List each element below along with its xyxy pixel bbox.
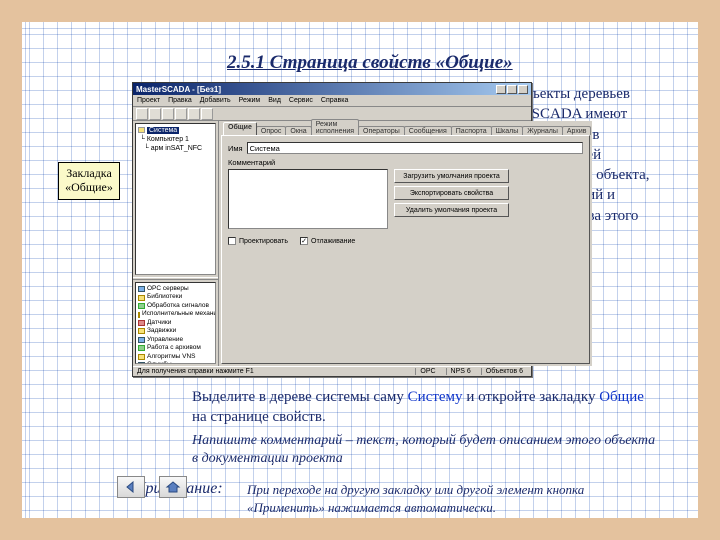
- tree-item[interactable]: Компьютер 1: [147, 136, 189, 143]
- maximize-icon[interactable]: [507, 85, 517, 94]
- tab[interactable]: Окна: [285, 126, 311, 135]
- tab[interactable]: Сообщения: [404, 126, 452, 135]
- nav-buttons: [117, 476, 187, 498]
- list-item[interactable]: Исполнительные механизмы: [142, 310, 216, 318]
- window-title: MasterSCADA - [Без1]: [136, 85, 221, 94]
- menu-item[interactable]: Справка: [321, 97, 348, 104]
- status-cell: OPC: [415, 368, 439, 375]
- list-item[interactable]: Алгоритмы VNS: [147, 353, 196, 361]
- highlight-general: Общие: [599, 389, 644, 405]
- tab[interactable]: Опрос: [256, 126, 287, 135]
- tab-general[interactable]: Общие: [223, 122, 257, 135]
- menu-item[interactable]: Режим: [239, 97, 261, 104]
- splitter[interactable]: [133, 277, 218, 280]
- menu-item[interactable]: Вид: [268, 97, 281, 104]
- list-item[interactable]: Библиотеки: [147, 293, 182, 301]
- design-checkbox[interactable]: Проектировать: [228, 237, 288, 245]
- tab[interactable]: Архив: [562, 126, 592, 135]
- tab[interactable]: Паспорта: [451, 126, 492, 135]
- status-bar: Для получения справки нажмите F1 OPC NPS…: [133, 366, 531, 376]
- name-input[interactable]: Система: [247, 142, 584, 154]
- list-item[interactable]: Датчики: [147, 319, 171, 327]
- toolbar-button-icon[interactable]: [136, 108, 148, 120]
- menu-item[interactable]: Сервис: [289, 97, 313, 104]
- arrow-left-icon: [124, 481, 138, 493]
- list-item[interactable]: Задвижки: [147, 327, 176, 335]
- callout-line2: «Общие»: [65, 180, 113, 194]
- tree-root[interactable]: Система: [147, 127, 179, 134]
- name-label: Имя: [228, 144, 243, 153]
- object-icon: [138, 345, 145, 351]
- back-button[interactable]: [117, 476, 145, 498]
- menu-item[interactable]: Правка: [168, 97, 192, 104]
- tab[interactable]: Шкалы: [491, 126, 524, 135]
- instruction-2: Напишите комментарий – текст, который бу…: [192, 432, 660, 468]
- note-text: При переходе на другую закладку или друг…: [247, 481, 660, 516]
- delete-defaults-button[interactable]: Удалить умолчания проекта: [394, 203, 509, 217]
- object-icon: [138, 295, 145, 301]
- object-icon: [138, 312, 140, 318]
- list-item[interactable]: Обработка сигналов: [147, 302, 209, 310]
- window-titlebar: MasterSCADA - [Без1]: [133, 83, 531, 95]
- system-tree[interactable]: Система └ Компьютер 1 └ арм inSAT_NFC: [135, 123, 216, 275]
- object-icon: [138, 362, 145, 364]
- menu-item[interactable]: Добавить: [200, 97, 231, 104]
- toolbar-button-icon[interactable]: [162, 108, 174, 120]
- comment-textarea[interactable]: [228, 169, 388, 229]
- app-screenshot: MasterSCADA - [Без1] Проект Правка Добав…: [132, 82, 532, 377]
- object-icon: [138, 320, 145, 326]
- instruction-1: Выделите в дереве системы саму Систему и…: [192, 387, 660, 428]
- close-icon[interactable]: [518, 85, 528, 94]
- callout-label: Закладка «Общие»: [58, 162, 120, 200]
- home-button[interactable]: [159, 476, 187, 498]
- menu-item[interactable]: Проект: [137, 97, 160, 104]
- object-palette[interactable]: OPC серверы Библиотеки Обработка сигнало…: [135, 282, 216, 364]
- right-column: Общие Опрос Окна Режим исполнения Операт…: [219, 121, 592, 366]
- tab-bar: Общие Опрос Окна Режим исполнения Операт…: [221, 123, 590, 135]
- status-cell: NPS 6: [446, 368, 475, 375]
- toolbar-button-icon[interactable]: [188, 108, 200, 120]
- debug-checkbox[interactable]: ✓Отлаживание: [300, 237, 355, 245]
- tab[interactable]: Операторы: [358, 126, 405, 135]
- tree-item[interactable]: арм inSAT_NFC: [151, 145, 202, 152]
- object-icon: [138, 286, 145, 292]
- toolbar-button-icon[interactable]: [201, 108, 213, 120]
- list-item[interactable]: Службы: [147, 361, 172, 364]
- section-title: 2.5.1 Страница свойств «Общие»: [227, 52, 513, 74]
- list-item[interactable]: Управление: [147, 336, 183, 344]
- left-column: Система └ Компьютер 1 └ арм inSAT_NFC OP…: [133, 121, 219, 366]
- object-icon: [138, 328, 145, 334]
- status-cell: Объектов 6: [481, 368, 527, 375]
- tab[interactable]: Режим исполнения: [311, 119, 359, 135]
- callout-line1: Закладка: [66, 166, 112, 180]
- tab-page-general: Имя Система Комментарий Загрузить умолча…: [221, 135, 590, 364]
- menu-bar: Проект Правка Добавить Режим Вид Сервис …: [133, 95, 531, 107]
- object-icon: [138, 337, 145, 343]
- highlight-system: Систему: [408, 389, 463, 405]
- status-hint: Для получения справки нажмите F1: [137, 368, 254, 375]
- folder-icon: [138, 127, 145, 133]
- toolbar-button-icon[interactable]: [149, 108, 161, 120]
- minimize-icon[interactable]: [496, 85, 506, 94]
- toolbar-button-icon[interactable]: [175, 108, 187, 120]
- tab[interactable]: Журналы: [522, 126, 563, 135]
- object-icon: [138, 354, 145, 360]
- load-defaults-button[interactable]: Загрузить умолчания проекта: [394, 169, 509, 183]
- export-props-button[interactable]: Экспортировать свойства: [394, 186, 509, 200]
- object-icon: [138, 303, 145, 309]
- list-item[interactable]: Работа с архивом: [147, 344, 201, 352]
- home-icon: [165, 480, 181, 494]
- comment-label: Комментарий: [228, 158, 583, 167]
